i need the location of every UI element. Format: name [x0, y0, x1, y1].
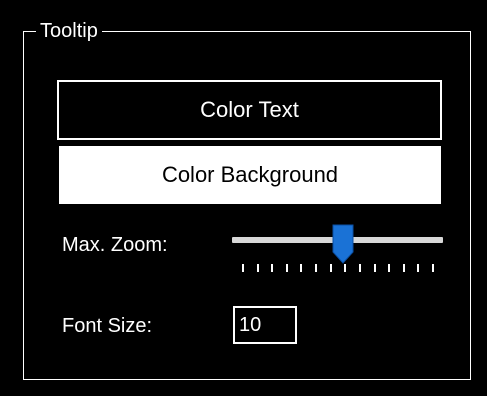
slider-tick [344, 264, 346, 272]
slider-tick [374, 264, 376, 272]
slider-ticks [232, 264, 443, 274]
color-background-button[interactable]: Color Background [59, 146, 441, 204]
slider-tick [432, 264, 434, 272]
font-size-label: Font Size: [62, 315, 153, 337]
slider-tick [330, 264, 332, 272]
settings-panel: Tooltip Color Text Color Background Max.… [0, 0, 487, 396]
slider-tick [359, 264, 361, 272]
slider-tick [257, 264, 259, 272]
slider-tick [388, 264, 390, 272]
color-text-button[interactable]: Color Text [57, 80, 442, 140]
max-zoom-slider[interactable] [232, 224, 443, 274]
max-zoom-label: Max. Zoom: [62, 234, 168, 256]
slider-tick [286, 264, 288, 272]
slider-thumb[interactable] [332, 224, 354, 264]
font-size-input[interactable] [233, 306, 297, 344]
slider-tick [300, 264, 302, 272]
tooltip-group-title: Tooltip [36, 19, 102, 43]
slider-tick [403, 264, 405, 272]
slider-tick [242, 264, 244, 272]
slider-tick [417, 264, 419, 272]
color-text-button-label: Color Text [200, 97, 299, 122]
slider-tick [271, 264, 273, 272]
color-background-button-label: Color Background [161, 162, 339, 187]
slider-tick [315, 264, 317, 272]
